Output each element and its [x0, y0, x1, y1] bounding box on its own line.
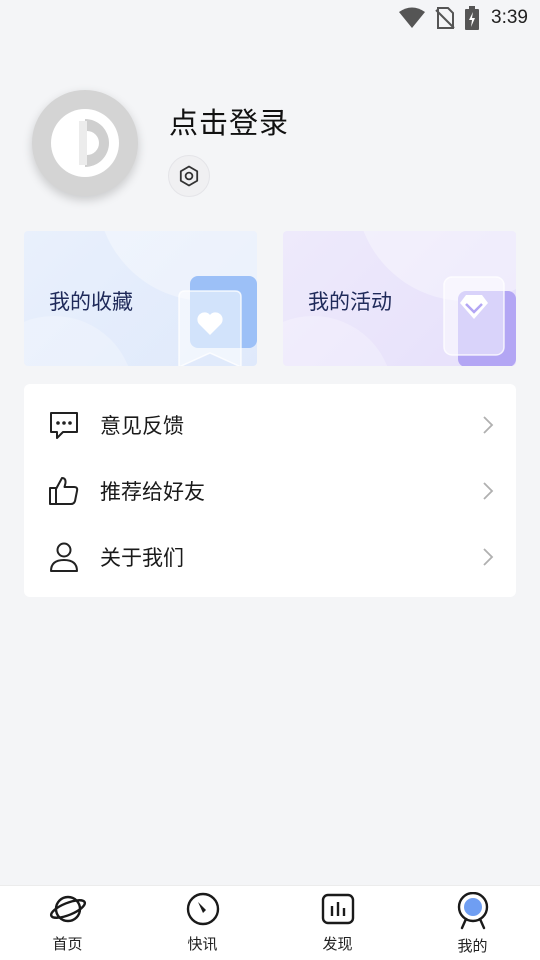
menu-item-recommend[interactable]: 推荐给好友	[24, 458, 516, 524]
chart-icon	[321, 893, 354, 925]
activities-label: 我的活动	[308, 290, 392, 314]
nav-item-discover[interactable]: 发现	[270, 886, 405, 960]
card-decoration	[24, 316, 134, 366]
feedback-chat-icon	[50, 412, 78, 439]
menu-item-label: 意见反馈	[100, 414, 184, 438]
chevron-right-icon	[483, 482, 494, 500]
chevron-right-icon	[483, 548, 494, 566]
menu-item-label: 推荐给好友	[100, 480, 205, 504]
favorites-card[interactable]: 我的收藏	[24, 231, 257, 366]
avatar-placeholder-icon	[51, 109, 119, 177]
nav-label: 首页	[52, 935, 83, 953]
person-icon	[50, 542, 78, 572]
activities-card[interactable]: 我的活动	[283, 231, 516, 366]
no-sim-icon	[435, 7, 455, 29]
thumbs-up-icon	[49, 477, 79, 505]
status-time: 3:39	[491, 7, 528, 28]
wifi-icon	[399, 7, 426, 28]
nav-item-mine[interactable]: 我的	[405, 886, 540, 960]
nav-label: 发现	[322, 935, 353, 953]
nav-label: 快讯	[187, 935, 218, 953]
menu-item-label: 关于我们	[100, 546, 184, 570]
nav-label: 我的	[457, 937, 488, 955]
bottom-nav: 首页 快讯 发现 我的	[0, 885, 540, 960]
heart-icon	[178, 276, 257, 366]
profile-icon	[457, 892, 488, 930]
menu-item-about[interactable]: 关于我们	[24, 524, 516, 590]
chevron-right-icon	[483, 416, 494, 434]
status-bar: 3:39	[0, 0, 540, 36]
menu-item-feedback[interactable]: 意见反馈	[24, 392, 516, 458]
nav-item-home[interactable]: 首页	[0, 886, 135, 960]
settings-button[interactable]	[168, 155, 210, 197]
nav-item-news[interactable]: 快讯	[135, 886, 270, 960]
login-link[interactable]: 点击登录	[169, 100, 289, 142]
diamond-icon	[443, 276, 516, 366]
settings-gear-icon	[179, 165, 199, 187]
menu-list: 意见反馈 推荐给好友 关于我们	[24, 384, 516, 597]
avatar[interactable]	[32, 90, 138, 196]
battery-charging-icon	[465, 6, 480, 30]
favorites-label: 我的收藏	[49, 290, 133, 314]
planet-icon	[49, 895, 86, 923]
clock-icon	[186, 892, 219, 926]
card-decoration	[283, 316, 393, 366]
